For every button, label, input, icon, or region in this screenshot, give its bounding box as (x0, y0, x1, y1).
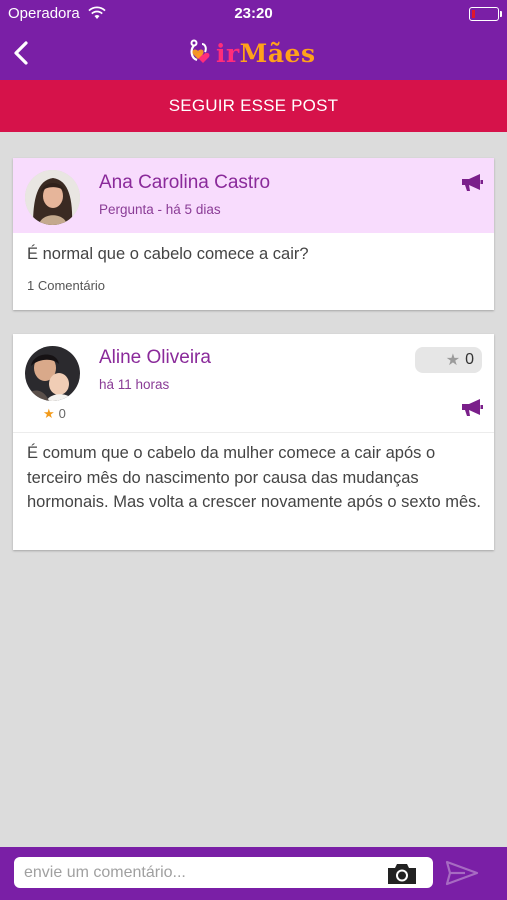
comments-count[interactable]: 1 Comentário (27, 278, 105, 293)
camera-icon[interactable] (386, 862, 418, 886)
question-text: É normal que o cabelo comece a cair? (27, 245, 309, 263)
screen: Operadora 23:20 irMães SEGUIR ESSE POST … (0, 0, 507, 900)
status-bar: Operadora 23:20 (0, 0, 507, 28)
like-count: 0 (465, 351, 474, 368)
comment-input[interactable] (14, 857, 433, 888)
stethoscope-heart-icon (190, 39, 210, 63)
top-bar: Operadora 23:20 irMães (0, 0, 507, 80)
app-logo: irMães (186, 36, 316, 70)
avatar[interactable] (25, 170, 80, 225)
star-icon: ★ (43, 406, 55, 421)
back-chevron-icon[interactable] (10, 38, 34, 68)
question-author-name[interactable]: Ana Carolina Castro (99, 172, 270, 194)
star-icon: ★ (445, 352, 461, 369)
answer-author-name[interactable]: Aline Oliveira (99, 347, 211, 369)
question-card: Ana Carolina Castro Pergunta - há 5 dias… (13, 158, 494, 310)
logo-text: irMães (216, 39, 316, 68)
logo-maes: Mães (239, 38, 316, 68)
question-meta: Pergunta - há 5 dias (99, 202, 221, 217)
user-score-value: 0 (58, 406, 66, 421)
answer-header: ★ 0 Aline Oliveira há 11 horas ★ 0 (13, 334, 494, 433)
user-score: ★ 0 (43, 406, 66, 422)
battery-icon (469, 7, 502, 21)
answer-card: ★ 0 Aline Oliveira há 11 horas ★ 0 É comu… (13, 334, 494, 550)
follow-post-button[interactable]: SEGUIR ESSE POST (0, 80, 507, 132)
megaphone-icon[interactable] (460, 397, 484, 417)
nav-bar: irMães (0, 28, 507, 80)
answer-meta: há 11 horas (99, 377, 170, 392)
question-header: Ana Carolina Castro Pergunta - há 5 dias (13, 158, 494, 233)
avatar[interactable] (25, 346, 80, 401)
like-button[interactable]: ★ 0 (415, 347, 482, 373)
megaphone-icon[interactable] (460, 172, 484, 192)
answer-text: É comum que o cabelo da mulher comece a … (27, 444, 481, 511)
clock: 23:20 (234, 5, 273, 22)
comment-bar (0, 847, 507, 900)
send-icon[interactable] (445, 859, 479, 887)
logo-ir: ir (216, 38, 240, 68)
